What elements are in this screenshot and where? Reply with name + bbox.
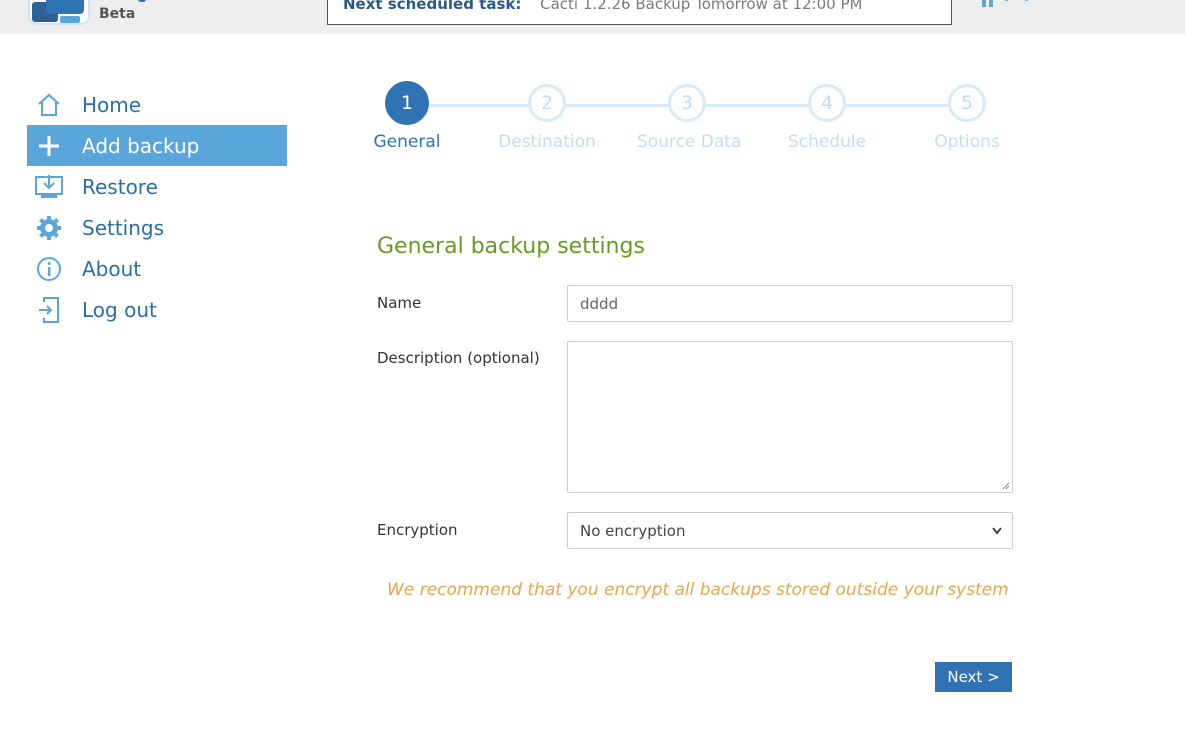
name-field[interactable] [567,285,1013,322]
sidebar-item-add-backup[interactable]: Add backup [27,125,287,166]
page-title: General backup settings [377,234,645,259]
restore-icon [27,166,71,207]
pause-icon[interactable] [980,0,994,8]
step-number: 2 [528,84,566,122]
brand-beta-label: Beta [99,6,136,22]
sidebar-item-label: Home [82,92,142,117]
encryption-label: Encryption [377,521,458,539]
step-number: 3 [668,84,706,122]
sidebar-item-label: Restore [82,174,158,199]
step-number: 1 [385,81,429,125]
home-icon [27,84,71,125]
wizard-stepper: 1 General 2 Destination 3 Source Data 4 … [357,81,1057,164]
sidebar-nav: Home Add backup Restore Settings About L… [27,84,287,330]
step-number: 4 [808,84,846,122]
step-destination[interactable]: 2 Destination [497,84,597,152]
description-field[interactable] [567,341,1013,493]
throttle-icon[interactable] [1002,0,1032,8]
task-label: Next scheduled task: [343,0,522,13]
info-icon [27,248,71,289]
sidebar-item-label: Add backup [82,133,200,158]
sidebar-item-restore[interactable]: Restore [27,166,287,207]
description-label: Description (optional) [377,349,540,367]
step-label: Options [934,132,1000,152]
step-schedule[interactable]: 4 Schedule [777,84,877,152]
encryption-select[interactable]: No encryption [567,512,1013,549]
sidebar-item-about[interactable]: About [27,248,287,289]
chevron-down-icon [992,527,1002,535]
sidebar-item-settings[interactable]: Settings [27,207,287,248]
sidebar-item-label: Settings [82,215,165,240]
sidebar-item-label: About [82,256,142,281]
step-general[interactable]: 1 General [357,81,457,152]
sidebar-item-logout[interactable]: Log out [27,289,287,330]
brand-mark [138,0,146,2]
step-label: General [373,132,441,152]
step-source-data[interactable]: 3 Source Data [637,84,742,152]
next-button[interactable]: Next > [935,662,1012,692]
task-value: Cacti 1.2.26 Backup Tomorrow at 12:00 PM [540,0,863,13]
duplicati-logo [27,0,91,26]
step-label: Schedule [787,132,867,152]
top-bar: Beta Next scheduled task: Cacti 1.2.26 B… [0,0,1185,34]
logout-icon [27,289,71,330]
resize-handle-icon[interactable] [1000,480,1010,490]
name-label: Name [377,294,422,312]
step-options[interactable]: 5 Options [917,84,1017,152]
gear-icon [27,207,71,248]
next-scheduled-task: Next scheduled task: Cacti 1.2.26 Backup… [327,0,952,25]
plus-icon [27,125,71,166]
step-label: Source Data [637,132,742,152]
step-label: Destination [498,132,596,152]
sidebar-item-home[interactable]: Home [27,84,287,125]
encryption-warning: We recommend that you encrypt all backup… [387,580,1009,600]
sidebar-item-label: Log out [82,297,157,322]
step-number: 5 [948,84,986,122]
encryption-selected-value: No encryption [580,521,686,540]
